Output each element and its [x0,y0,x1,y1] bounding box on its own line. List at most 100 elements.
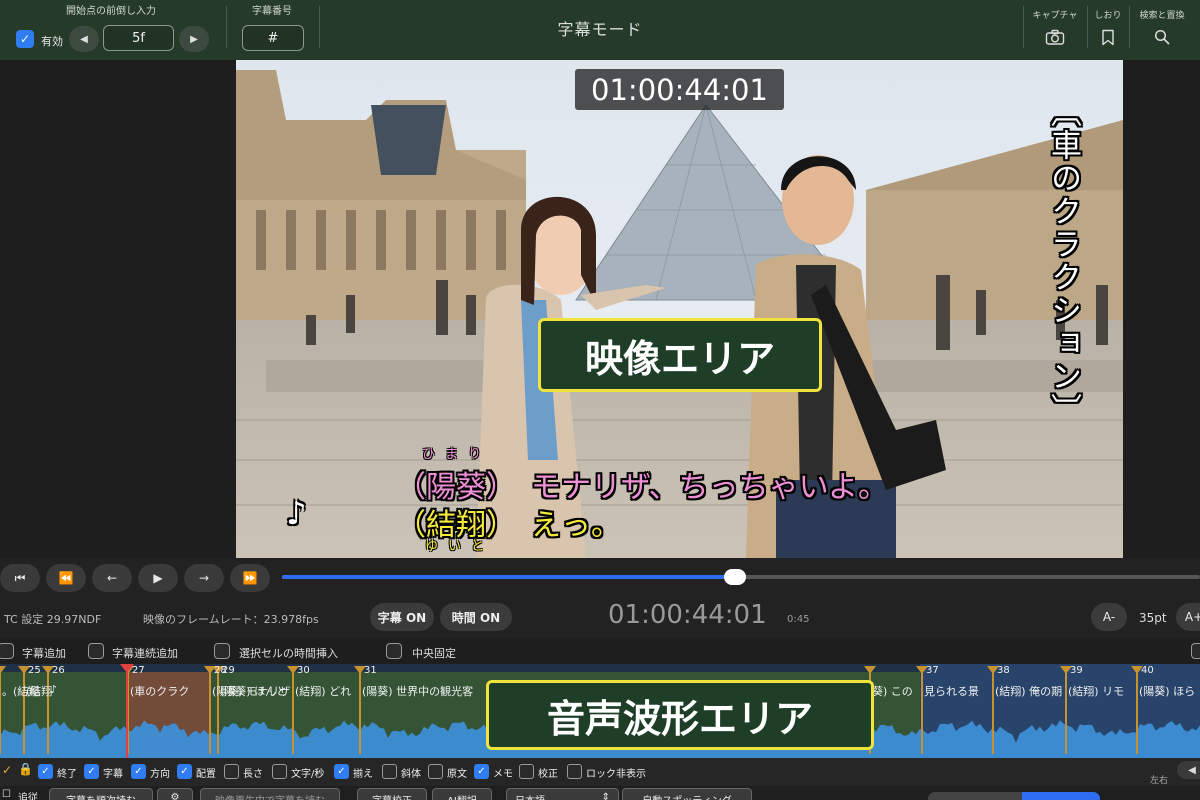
capture-button[interactable]: キャプチャ [1025,0,1085,60]
center-fixed-checkbox[interactable] [386,643,402,659]
column-toggle-checkbox[interactable] [272,764,287,779]
column-toggle-checkbox[interactable]: ✓ [131,764,146,779]
column-toggle-label: 方向 [150,769,170,780]
vertical-subtitle: 〔車のクラクション〕 [1045,96,1081,426]
cue-text[interactable]: (結翔) どれ [295,683,351,699]
add-continuous-checkbox[interactable] [88,643,104,659]
preroll-group-label: 開始点の前倒し入力 [66,6,156,17]
font-decrease-button[interactable]: A- [1091,603,1127,631]
cue-text[interactable]: (結翔) リモ [1068,683,1124,699]
action-button-row: ☐ 追従 字幕を順次読む ⚙ 映像再生中で字幕を読む 字幕校正 AI翻訳 日本語… [0,786,1200,800]
cue-number: 31 [364,665,377,676]
time-on-toggle[interactable]: 時間 ON [440,603,512,631]
play-button[interactable]: ▶ [138,564,178,592]
tc-setting-text: TC 設定 29.97NDF [4,613,102,626]
search-replace-button[interactable]: 検索と置換 [1131,0,1193,60]
subtitle-on-toggle[interactable]: 字幕 ON [370,603,434,631]
cue-text[interactable]: ♪ [50,683,57,696]
frames-increment-button[interactable]: ▶ [179,26,209,52]
column-toggle-checkbox[interactable] [382,764,397,779]
triangle-left-icon: ◀ [1188,764,1196,776]
settings-button[interactable]: ⚙ [157,788,193,800]
subtitle-number-label: 字幕番号 [252,6,292,17]
frames-decrement-button[interactable]: ◀ [69,26,99,52]
music-note-icon: ♪ [286,494,307,532]
search-replace-label: 検索と置換 [1139,11,1185,21]
capture-label: キャプチャ [1032,11,1078,21]
follow-checkbox[interactable]: ☐ [2,789,11,800]
column-toggle-checkbox[interactable]: ✓ [38,764,53,779]
rewind-button[interactable]: ⏪ [46,564,86,592]
timecode-overlay: 01:00:44:01 [575,69,784,110]
bookmark-button[interactable]: しおり [1089,0,1127,60]
add-subtitle-checkbox[interactable] [0,643,14,659]
current-timecode: 01:00:44:01 [608,600,767,630]
insert-time-checkbox[interactable] [214,643,230,659]
column-toggle-label: 原文 [447,769,467,780]
lr-toggle-button[interactable]: ◀ [1177,761,1200,779]
follow-label: 追従 [18,793,38,800]
subtitle-text-line2: えっ。 [531,508,621,543]
cue-text[interactable]: (陽葵) 世界中の観光客 [362,683,473,699]
ai-translate-button[interactable]: AI翻訳 [432,788,492,800]
cue-number: 29 [222,665,235,676]
fast-forward-button[interactable]: ⏩ [230,564,270,592]
play-icon: ▶ [153,571,163,585]
cue-text[interactable]: (結翔 [26,683,52,699]
clip-duration: 0:45 [787,614,810,625]
enabled-checkbox[interactable]: ✓ [16,30,34,48]
font-size-value: 35pt [1139,611,1167,625]
top-toolbar: 開始点の前倒し入力 ✓ 有効 ◀ 5f ▶ 字幕番号 # 字幕モード キャプチャ… [0,0,1200,60]
column-toggle-label: 字幕 [103,769,123,780]
proofread-button[interactable]: 字幕校正 [357,788,427,800]
seek-handle[interactable] [724,569,746,585]
cue-text[interactable]: (結翔) 俺の期 [995,683,1062,699]
column-toggle-checkbox[interactable] [567,764,582,779]
toolbar-divider [319,6,320,48]
cue-number: 40 [1141,665,1154,676]
subtitle-number-field[interactable]: # [242,25,304,51]
toolbar-divider [1129,6,1130,48]
waveform-options-row [0,640,1200,664]
language-select[interactable]: 日本語 ⇕ [506,788,619,800]
add-subtitle-label: 字幕追加 [22,647,66,660]
column-toggle-checkbox[interactable]: ✓ [84,764,99,779]
cue-text[interactable]: 見られる景 [924,683,979,699]
rewind-icon: ⏪ [58,571,74,585]
arrow-right-icon: → [198,571,210,585]
segment-control[interactable] [928,792,1100,800]
insert-time-label: 選択セルの時間挿入 [239,647,338,660]
column-toggle-label: 長さ [243,769,263,780]
column-toggle-checkbox[interactable] [519,764,534,779]
column-toggle-checkbox[interactable] [428,764,443,779]
step-back-button[interactable]: ← [92,564,132,592]
column-toggle-label: 校正 [538,769,558,780]
segment-selected [1022,792,1100,800]
toolbar-divider [1087,6,1088,48]
speaker-ruby-himari: ひまり [422,447,492,462]
column-toggle-checkbox[interactable]: ✓ [177,764,192,779]
step-forward-button[interactable]: → [184,564,224,592]
waveform-area-callout: 音声波形エリア [486,680,874,750]
fast-forward-icon: ⏩ [242,571,258,585]
column-toggle-label: 斜体 [401,769,421,780]
cue-text[interactable]: (陽葵) ほんと [220,683,287,699]
go-to-start-button[interactable]: ⏮ [0,564,40,592]
font-increase-button[interactable]: A+ [1176,603,1200,631]
column-toggle-label: メモ [493,769,513,780]
read-while-playing-button[interactable]: 映像再生中で字幕を読む [200,788,340,800]
gear-icon: ⚙ [170,792,180,800]
column-toggle-checkbox[interactable]: ✓ [474,764,489,779]
auto-spotting-button[interactable]: 自動スポッティング [622,788,752,800]
cue-text[interactable]: 葵) この [872,683,913,699]
cue-text[interactable]: (車のクラク [130,683,189,699]
column-toggle-checkbox[interactable] [224,764,239,779]
column-toggle-checkbox[interactable]: ✓ [334,764,349,779]
chevron-up-down-icon: ⇕ [601,792,610,800]
column-toggle-label: 揃え [353,769,373,780]
column-toggle-label: 文字/秒 [291,769,325,780]
frames-field[interactable]: 5f [103,25,174,51]
option-checkbox-right[interactable] [1191,643,1200,659]
cue-text[interactable]: (陽葵) ほら [1139,683,1195,699]
read-sequential-button[interactable]: 字幕を順次読む [49,788,153,800]
